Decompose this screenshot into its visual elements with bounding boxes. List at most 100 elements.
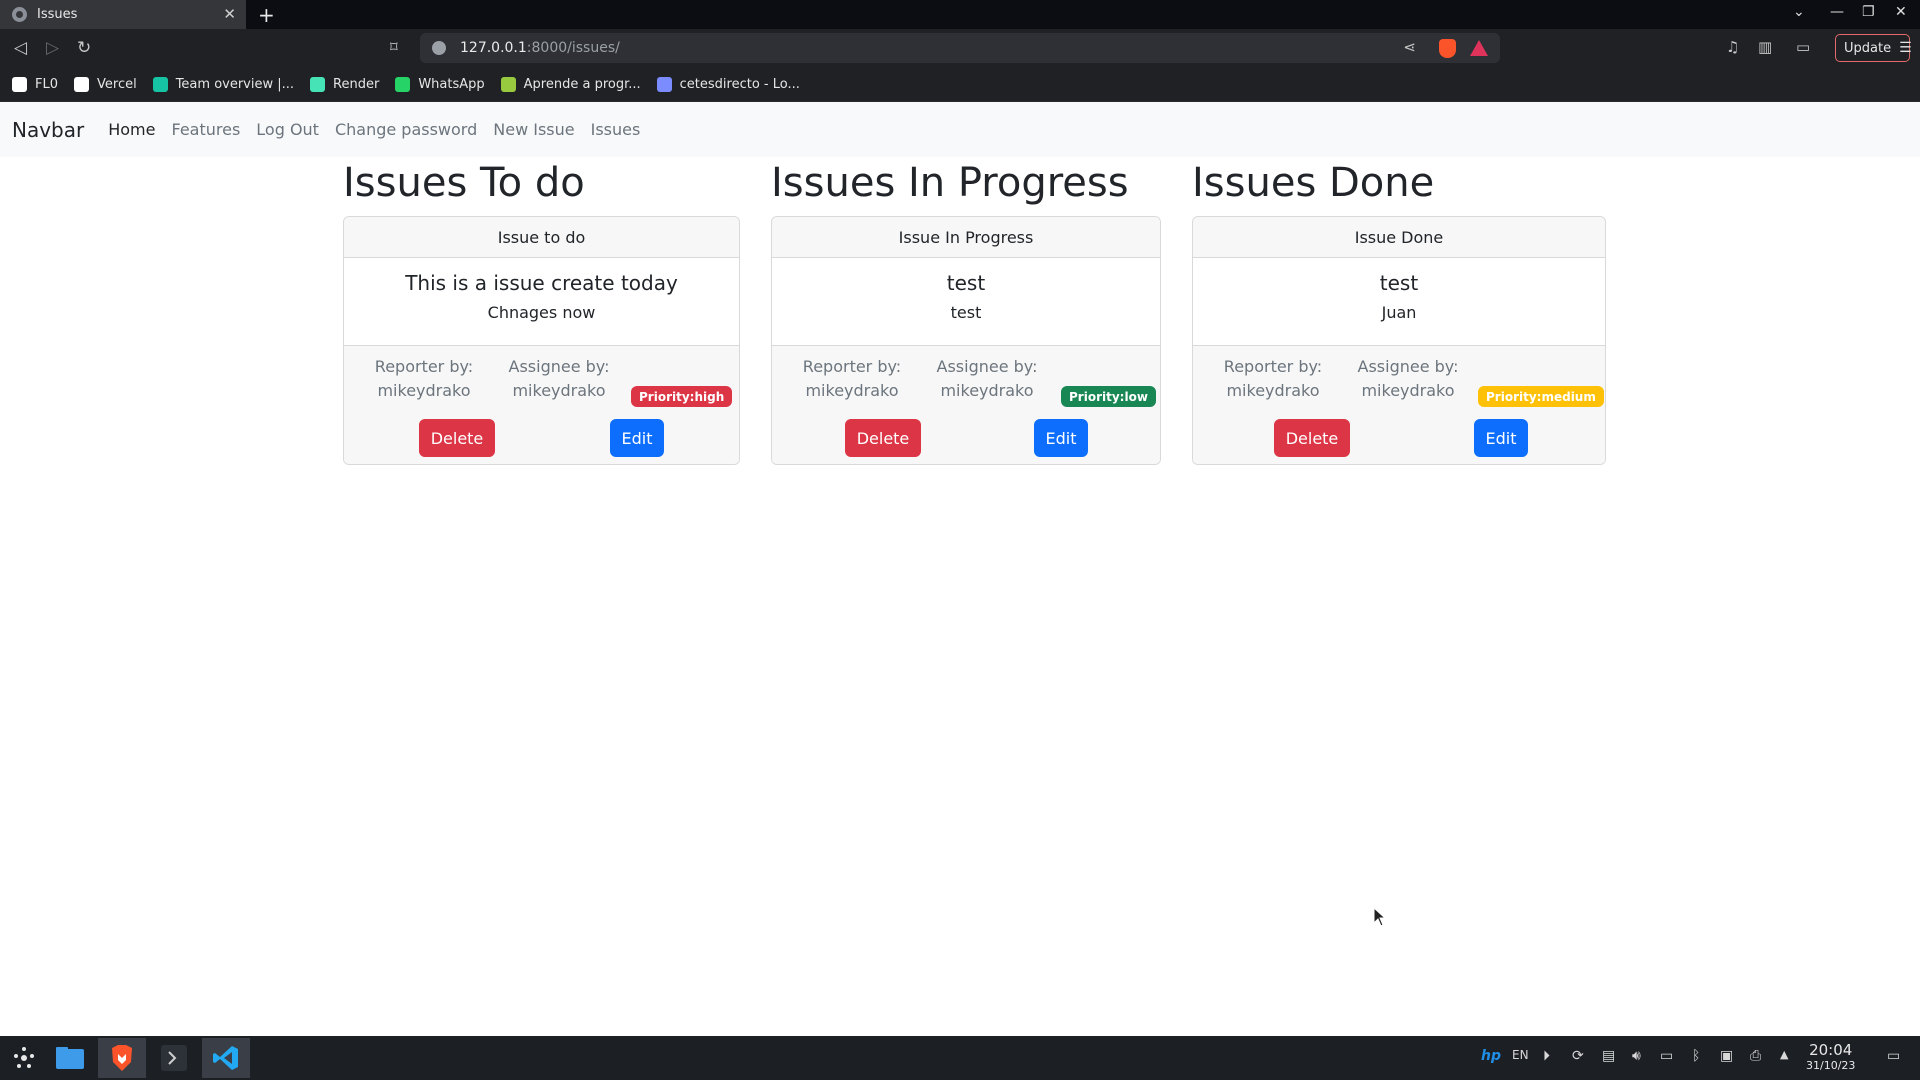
- diamond-icon: [152, 77, 168, 92]
- bookmark-icon[interactable]: ⌑: [390, 38, 398, 56]
- nav-link-issues[interactable]: Issues: [591, 120, 641, 139]
- file-manager-icon[interactable]: [46, 1038, 94, 1078]
- bookmark-item[interactable]: Render: [310, 77, 379, 92]
- issue-description: test: [950, 303, 982, 322]
- column-title: Issues To do: [343, 160, 585, 206]
- issue-title: test: [946, 271, 986, 295]
- column-in-progress: Issues In Progress Issue In Progress tes…: [771, 157, 1161, 465]
- battery-icon[interactable]: ▭: [1660, 1048, 1673, 1064]
- fl0-icon: [12, 77, 27, 92]
- brave-browser-icon[interactable]: [98, 1038, 146, 1078]
- bookmark-item[interactable]: Team overview |...: [152, 77, 295, 92]
- tray-expand-icon[interactable]: ▲: [1780, 1048, 1788, 1061]
- bookmark-label: Team overview |...: [175, 77, 295, 92]
- bookmark-item[interactable]: Aprende a progr...: [500, 77, 641, 92]
- nav-link-logout[interactable]: Log Out: [256, 120, 319, 139]
- keyboard-language[interactable]: EN: [1512, 1048, 1529, 1062]
- show-desktop-icon[interactable]: ▭: [1887, 1048, 1900, 1064]
- brave-rewards-icon[interactable]: [1470, 40, 1488, 56]
- delete-button[interactable]: Delete: [1274, 419, 1350, 457]
- browser-tab-strip: Issues ✕ + ⌄ — ❐ ✕: [0, 0, 1920, 29]
- new-tab-icon[interactable]: +: [258, 3, 275, 27]
- column-todo: Issues To do Issue to do This is a issue…: [343, 157, 740, 465]
- bookmark-item[interactable]: Vercel: [74, 77, 137, 92]
- reporter-info: Reporter by: mikeydrako: [1223, 355, 1323, 403]
- back-icon[interactable]: ◁: [14, 38, 27, 58]
- clipboard-icon[interactable]: ▤: [1602, 1048, 1615, 1064]
- media-icon[interactable]: ♫: [1726, 38, 1739, 56]
- globe-icon: [12, 7, 27, 22]
- maximize-icon[interactable]: ❐: [1862, 4, 1875, 20]
- volume-icon[interactable]: 🔊︎: [1632, 1048, 1641, 1064]
- platzi-icon: [500, 77, 516, 92]
- render-icon: [310, 77, 326, 92]
- address-bar[interactable]: 127.0.0.1 :8000/issues/ ⋖: [420, 33, 1500, 63]
- bookmark-item[interactable]: WhatsApp: [395, 77, 485, 92]
- bluetooth-icon[interactable]: ᛒ: [1692, 1048, 1700, 1064]
- forward-icon[interactable]: ▷: [46, 38, 59, 58]
- edit-button[interactable]: Edit: [1034, 419, 1088, 457]
- card-footer: Reporter by: mikeydrako Assignee by: mik…: [772, 346, 1160, 464]
- bookmark-label: Vercel: [97, 77, 137, 92]
- reporter-info: Reporter by: mikeydrako: [374, 355, 474, 403]
- menu-icon: ☰: [1899, 40, 1912, 56]
- nav-link-features[interactable]: Features: [171, 120, 240, 139]
- issue-card: Issue to do This is a issue create today…: [343, 216, 740, 465]
- edit-button[interactable]: Edit: [610, 419, 664, 457]
- card-footer: Reporter by: mikeydrako Assignee by: mik…: [1193, 346, 1605, 464]
- assignee-info: Assignee by: mikeydrako: [504, 355, 614, 403]
- terminal-icon[interactable]: [150, 1038, 198, 1078]
- bookmark-label: Render: [333, 77, 380, 92]
- assignee-name: mikeydrako: [1361, 381, 1455, 400]
- issue-card: Issue In Progress test test Reporter by:…: [771, 216, 1161, 465]
- bookmark-label: Aprende a progr...: [523, 77, 641, 92]
- sidebar-icon[interactable]: ▥: [1758, 38, 1772, 56]
- column-title: Issues In Progress: [771, 160, 1129, 206]
- reporter-label: Reporter by:: [374, 357, 474, 376]
- edit-button[interactable]: Edit: [1474, 419, 1528, 457]
- os-taskbar: hp EN ⏵ ⟳ ▤ 🔊︎ ▭ ᛒ ▣ ⎙ ▲ 20:04 31/10/23 …: [0, 1036, 1920, 1080]
- assignee-label: Assignee by:: [1357, 357, 1459, 376]
- whatsapp-icon: [395, 77, 411, 92]
- app-launcher-icon[interactable]: [0, 1038, 48, 1078]
- card-body: test test: [772, 258, 1160, 346]
- vscode-icon[interactable]: [202, 1038, 250, 1078]
- bookmark-item[interactable]: FL0: [12, 77, 58, 92]
- card-header: Issue to do: [344, 217, 739, 258]
- updates-icon[interactable]: ⟳: [1572, 1048, 1584, 1064]
- delete-button[interactable]: Delete: [419, 419, 495, 457]
- url-host: 127.0.0.1: [460, 40, 527, 56]
- hp-icon[interactable]: hp: [1481, 1048, 1501, 1064]
- tab-search-chevron-icon[interactable]: ⌄: [1793, 4, 1805, 20]
- assignee-info: Assignee by: mikeydrako: [1353, 355, 1463, 403]
- delete-button[interactable]: Delete: [845, 419, 921, 457]
- browser-tab[interactable]: Issues ✕: [0, 0, 246, 29]
- close-window-icon[interactable]: ✕: [1895, 4, 1907, 20]
- bookmark-item[interactable]: cetesdirecto - Lo...: [656, 77, 800, 92]
- display-icon[interactable]: ▣: [1720, 1048, 1733, 1064]
- clock-time: 20:04: [1809, 1041, 1853, 1059]
- site-info-icon[interactable]: [432, 41, 446, 55]
- share-icon[interactable]: ⋖: [1403, 38, 1416, 56]
- wallet-icon[interactable]: ▭: [1796, 38, 1810, 56]
- column-title: Issues Done: [1192, 160, 1435, 206]
- brave-shields-icon[interactable]: [1439, 39, 1456, 58]
- assignee-name: mikeydrako: [940, 381, 1034, 400]
- update-button[interactable]: Update ☰: [1835, 34, 1912, 62]
- issue-description: Juan: [1381, 303, 1417, 322]
- nav-link-change-password[interactable]: Change password: [335, 120, 477, 139]
- bookmarks-bar: FL0 Vercel Team overview |... Render WhatsAp…: [0, 68, 1920, 102]
- priority-badge: Priority:medium: [1478, 386, 1604, 407]
- navbar-brand[interactable]: Navbar: [12, 118, 84, 142]
- media-player-icon[interactable]: ⏵: [1543, 1048, 1550, 1064]
- nav-link-home[interactable]: Home: [108, 120, 155, 139]
- site-navbar: Navbar Home Features Log Out Change pass…: [0, 102, 1920, 157]
- clock[interactable]: 20:04 31/10/23: [1806, 1041, 1855, 1072]
- clock-date: 31/10/23: [1806, 1059, 1856, 1072]
- issue-card: Issue Done test Juan Reporter by: mikeyd…: [1192, 216, 1606, 465]
- reload-icon[interactable]: ↻: [77, 38, 91, 58]
- close-tab-icon[interactable]: ✕: [223, 5, 236, 23]
- minimize-icon[interactable]: —: [1830, 4, 1844, 20]
- printer-icon[interactable]: ⎙: [1750, 1048, 1761, 1064]
- nav-link-new-issue[interactable]: New Issue: [493, 120, 574, 139]
